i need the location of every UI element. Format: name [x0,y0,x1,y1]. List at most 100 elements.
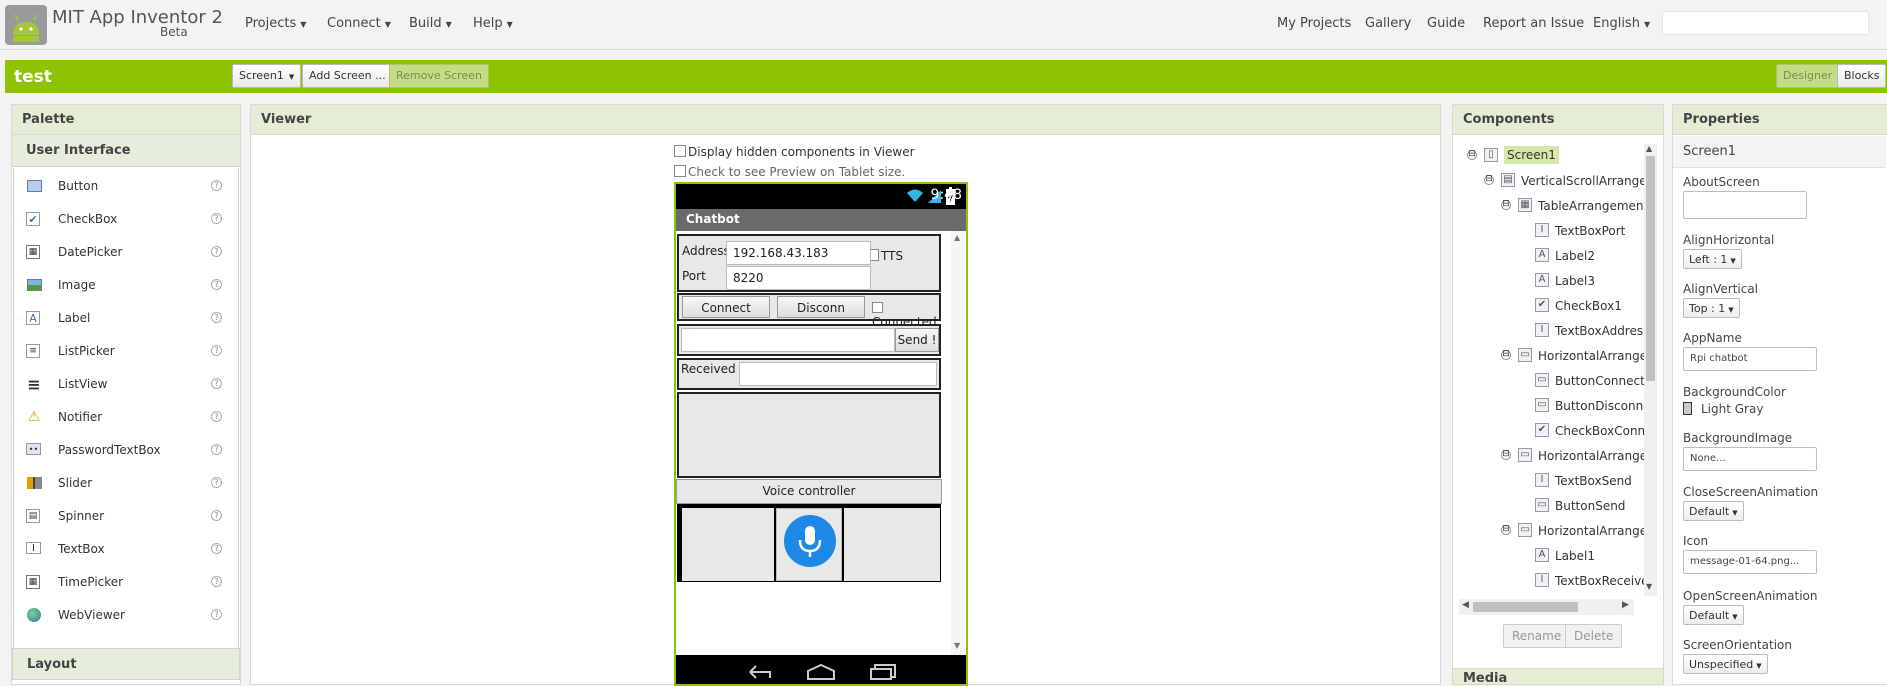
button-icon: ▭ [1535,398,1549,412]
palette-item-webviewer[interactable]: WebViewer? [14,598,238,631]
help-icon[interactable]: ? [211,312,222,323]
collapse-toggle-icon[interactable]: ⊟ [1484,175,1494,185]
palette-item-datepicker[interactable]: ▦ DatePicker? [14,235,238,268]
prop-openscreenanimation-select[interactable]: Default ▼ [1683,605,1744,625]
help-icon[interactable]: ? [211,444,222,455]
scroll-thumb[interactable] [1646,156,1655,381]
help-icon[interactable]: ? [211,246,222,257]
menu-gallery[interactable]: Gallery [1365,16,1411,31]
help-icon[interactable]: ? [211,378,222,389]
menu-language[interactable]: English ▼ [1593,16,1650,31]
prop-icon-input[interactable]: message-01-64.png... [1683,550,1817,574]
prop-alignvertical-select[interactable]: Top : 1 ▼ [1683,298,1740,318]
mic-button[interactable] [776,508,842,581]
palette-item-listpicker[interactable]: ≡ ListPicker? [14,334,238,367]
prop-aboutscreen-input[interactable] [1683,191,1807,219]
help-icon[interactable]: ? [211,213,222,224]
help-icon[interactable]: ? [211,180,222,191]
back-icon[interactable] [746,663,774,681]
help-icon[interactable]: ? [211,477,222,488]
help-icon[interactable]: ? [211,609,222,620]
home-icon[interactable] [806,663,836,681]
scroll-up-icon[interactable]: ▲ [1646,144,1652,153]
prop-closescreenanimation-select[interactable]: Default ▼ [1683,501,1744,521]
help-icon[interactable]: ? [211,411,222,422]
menu-projects[interactable]: Projects ▼ [245,16,306,31]
checkbox-icon: ✔ [26,212,40,226]
menu-report-issue[interactable]: Report an Issue [1483,16,1584,31]
prop-appname-input[interactable]: Rpi chatbot [1683,347,1817,371]
tree-horizontal-scrollbar[interactable]: ◀ ▶ [1459,599,1634,615]
prop-screenorientation-label: ScreenOrientation [1683,638,1793,652]
help-icon[interactable]: ? [211,576,222,587]
palette-item-button[interactable]: Button? [14,169,238,202]
table-arrangement-icon: ▦ [1518,198,1532,212]
menu-connect[interactable]: Connect ▼ [327,16,391,31]
scroll-down-icon[interactable]: ▼ [1646,582,1652,591]
designer-button[interactable]: Designer [1776,64,1840,88]
recent-apps-icon[interactable] [869,663,899,681]
palette-item-listview[interactable]: ≡ ListView? [14,367,238,400]
slider-icon [26,476,42,490]
send-input[interactable] [681,328,895,352]
phone-preview: 9:48 Chatbot Address 192.168.43.183 Port… [674,182,968,686]
palette-section-layout[interactable]: Layout [12,648,240,680]
phone-scrollbar[interactable]: ▲ ▼ [951,231,965,655]
disconnect-button[interactable]: Disconn [777,296,865,318]
collapse-toggle-icon[interactable]: ⊟ [1501,200,1511,210]
collapse-toggle-icon[interactable]: ⊟ [1501,350,1511,360]
palette-item-spinner[interactable]: ▤ Spinner? [14,499,238,532]
menu-build[interactable]: Build ▼ [409,16,452,31]
tree-node-label: Label2 [1555,249,1596,263]
palette-item-textbox[interactable]: I TextBox? [14,532,238,565]
screen-select-dropdown[interactable]: Screen1 ▼ [232,64,302,88]
connect-button[interactable]: Connect [682,296,770,318]
prop-alignhorizontal-select[interactable]: Left : 1 ▼ [1683,249,1742,269]
palette-item-timepicker[interactable]: ▦ TimePicker? [14,565,238,598]
voice-spacer-right [844,508,940,581]
help-icon[interactable]: ? [211,510,222,521]
scroll-up-icon[interactable]: ▲ [954,233,960,242]
app-inventor-logo-icon[interactable] [5,5,47,45]
collapse-toggle-icon[interactable]: ⊟ [1467,150,1477,160]
address-input[interactable]: 192.168.43.183 [726,241,871,265]
collapse-toggle-icon[interactable]: ⊟ [1501,525,1511,535]
help-icon[interactable]: ? [211,345,222,356]
port-input[interactable]: 8220 [726,266,871,290]
help-icon[interactable]: ? [211,543,222,554]
palette-item-notifier[interactable]: ⚠ Notifier? [14,400,238,433]
collapse-toggle-icon[interactable]: ⊟ [1501,450,1511,460]
rename-button[interactable]: Rename [1503,624,1571,648]
menu-help[interactable]: Help ▼ [473,16,513,31]
tablet-preview-checkbox[interactable]: Check to see Preview on Tablet size. [674,165,905,179]
delete-button[interactable]: Delete [1565,624,1623,648]
menu-guide[interactable]: Guide [1427,16,1465,31]
vertical-scroll-arrangement[interactable]: Address 192.168.43.183 Port 8220 TTS Con… [676,231,966,655]
remove-screen-button[interactable]: Remove Screen [389,64,489,88]
add-screen-button[interactable]: Add Screen ... [302,64,393,88]
tree-vertical-scrollbar[interactable]: ▲ ▼ [1644,144,1657,596]
scroll-right-icon[interactable]: ▶ [1622,600,1629,610]
palette-item-slider[interactable]: Slider? [14,466,238,499]
palette-item-checkbox[interactable]: ✔ CheckBox? [14,202,238,235]
blocks-button[interactable]: Blocks [1837,64,1887,88]
palette-item-label[interactable]: A Label? [14,301,238,334]
prop-backgroundimage-input[interactable]: None... [1683,447,1817,471]
palette-item-passwordtextbox[interactable]: •• PasswordTextBox? [14,433,238,466]
scroll-thumb[interactable] [1473,602,1578,612]
menu-my-projects[interactable]: My Projects [1277,16,1351,31]
palette-section-user-interface[interactable]: User Interface [12,135,240,167]
received-input[interactable] [739,362,937,386]
tts-checkbox[interactable]: TTS [871,249,903,263]
phone-status-bar: 9:48 [676,184,966,209]
tree-node-label: TableArrangement1 [1538,199,1656,213]
scroll-left-icon[interactable]: ◀ [1462,600,1469,610]
account-box[interactable] [1662,11,1869,35]
scroll-down-icon[interactable]: ▼ [954,641,960,650]
prop-backgroundcolor-value[interactable]: Light Gray [1683,402,1763,416]
send-button[interactable]: Send ! [895,328,939,352]
help-icon[interactable]: ? [211,279,222,290]
prop-screenorientation-select[interactable]: Unspecified ▼ [1683,654,1768,674]
palette-item-image[interactable]: Image? [14,268,238,301]
display-hidden-checkbox[interactable]: Display hidden components in Viewer [674,145,915,159]
